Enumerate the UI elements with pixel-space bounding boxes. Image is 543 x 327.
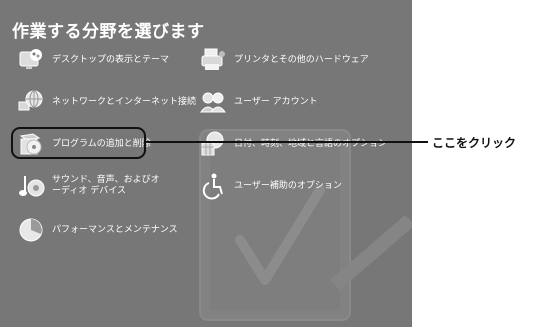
- highlight-circle-add-remove-programs: [11, 127, 146, 159]
- sound-audio-icon: [16, 171, 46, 201]
- desktop-theme-icon: [16, 45, 46, 75]
- control-panel-category-view: 作業する分野を選びます デスクトップの表示とテーマ ネットワークとインターネット…: [0, 0, 412, 327]
- category-label: パフォーマンスとメンテナンス: [52, 224, 178, 235]
- accessibility-icon: [198, 171, 228, 201]
- category-network-internet[interactable]: ネットワークとインターネット接続: [16, 87, 196, 117]
- category-label: サウンド、音声、およびオーディオ デバイス: [52, 175, 160, 196]
- category-label: プリンタとその他のハードウェア: [234, 54, 369, 65]
- printer-hardware-icon: [198, 45, 228, 75]
- network-globe-icon: [16, 87, 46, 117]
- callout-leader-line: [146, 141, 428, 143]
- category-label: デスクトップの表示とテーマ: [52, 54, 170, 65]
- category-performance-maintenance[interactable]: パフォーマンスとメンテナンス: [16, 215, 178, 245]
- date-time-region-icon: [198, 129, 228, 159]
- performance-maintenance-icon: [16, 215, 46, 245]
- category-date-time-region[interactable]: 日付、時刻、地域と言語のオプション: [198, 129, 387, 159]
- category-desktop-themes[interactable]: デスクトップの表示とテーマ: [16, 45, 169, 75]
- category-label: ユーザー補助のオプション: [234, 180, 342, 191]
- category-label: ネットワークとインターネット接続: [52, 96, 197, 107]
- category-label: ユーザー アカウント: [234, 96, 318, 107]
- user-accounts-icon: [198, 87, 228, 117]
- category-sound-audio[interactable]: サウンド、音声、およびオーディオ デバイス: [16, 171, 167, 201]
- category-accessibility[interactable]: ユーザー補助のオプション: [198, 171, 342, 201]
- screenshot-stage: 作業する分野を選びます デスクトップの表示とテーマ ネットワークとインターネット…: [0, 0, 543, 327]
- category-printers-hardware[interactable]: プリンタとその他のハードウェア: [198, 45, 369, 75]
- page-title: 作業する分野を選びます: [12, 22, 205, 42]
- category-user-accounts[interactable]: ユーザー アカウント: [198, 87, 318, 117]
- callout-label: ここをクリック: [432, 136, 517, 150]
